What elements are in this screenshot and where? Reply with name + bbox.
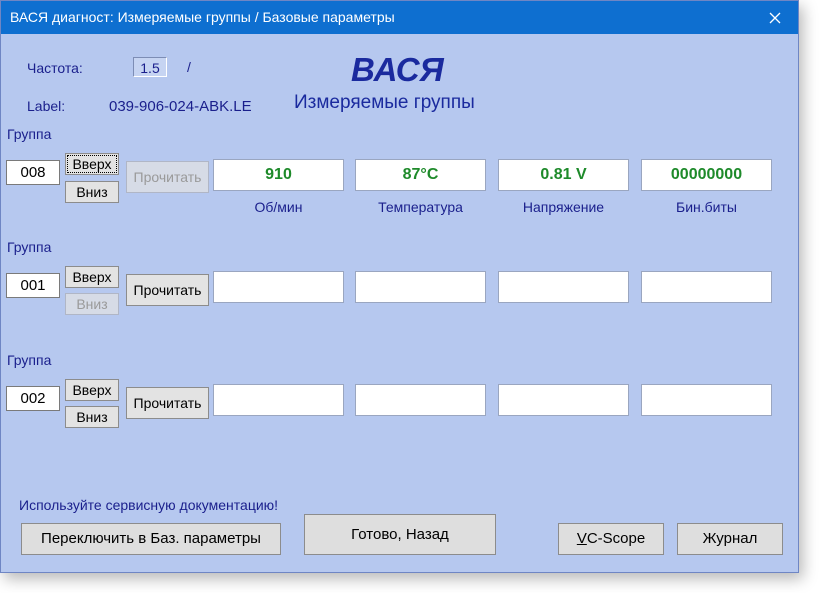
value-field-binary: 00000000 — [641, 159, 772, 191]
value-field-4 — [641, 271, 772, 303]
group-up-button[interactable]: Вверх — [65, 153, 119, 175]
value-field-3 — [498, 271, 629, 303]
group-down-button[interactable]: Вниз — [65, 406, 119, 428]
group-label: Группа — [7, 126, 52, 142]
value-field-2 — [355, 384, 486, 416]
unit-label-temperature: Температура — [378, 199, 463, 215]
frequency-suffix: / — [187, 59, 191, 75]
value-field-voltage: 0.81 V — [498, 159, 629, 191]
unit-label-rpm: Об/мин — [254, 199, 303, 215]
group-read-button[interactable]: Прочитать — [126, 161, 209, 193]
value-field-3 — [498, 384, 629, 416]
switch-basic-settings-button[interactable]: Переключить в Баз. параметры — [21, 523, 281, 555]
frequency-label: Частота: — [27, 60, 83, 76]
log-button[interactable]: Журнал — [677, 523, 783, 555]
group-label: Группа — [7, 239, 52, 255]
done-back-button[interactable]: Готово, Назад — [304, 514, 496, 555]
close-icon — [769, 12, 781, 23]
unit-label-binary: Бин.биты — [676, 199, 737, 215]
group-down-button[interactable]: Вниз — [65, 293, 119, 315]
value-field-rpm: 910 — [213, 159, 344, 191]
value-field-4 — [641, 384, 772, 416]
group-number-input[interactable]: 008 — [6, 160, 60, 185]
vc-scope-label: C-Scope — [586, 530, 646, 547]
group-up-button[interactable]: Вверх — [65, 379, 119, 401]
title-bar: ВАСЯ диагност: Измеряемые группы / Базов… — [1, 1, 798, 34]
group-up-button[interactable]: Вверх — [65, 266, 119, 288]
value-field-temperature: 87°C — [355, 159, 486, 191]
label-caption: Label: — [27, 98, 66, 114]
value-field-2 — [355, 271, 486, 303]
window-title: ВАСЯ диагност: Измеряемые группы / Базов… — [10, 9, 395, 25]
group-number-input[interactable]: 002 — [6, 386, 60, 411]
value-field-1 — [213, 271, 344, 303]
app-brand: ВАСЯ — [351, 51, 444, 88]
label-value: 039-906-024-ABK.LE — [109, 98, 252, 115]
group-down-button[interactable]: Вниз — [65, 181, 119, 203]
vc-scope-accelerator: V — [576, 530, 587, 547]
group-read-button[interactable]: Прочитать — [126, 387, 209, 419]
frequency-value: 1.5 — [133, 57, 167, 77]
group-label: Группа — [7, 352, 52, 368]
vc-scope-button[interactable]: VC-Scope — [558, 523, 664, 555]
group-read-button[interactable]: Прочитать — [126, 274, 209, 306]
group-number-input[interactable]: 001 — [6, 273, 60, 298]
unit-label-voltage: Напряжение — [522, 199, 605, 215]
close-button[interactable] — [752, 1, 798, 34]
main-window: ВАСЯ диагност: Измеряемые группы / Базов… — [0, 0, 799, 573]
page-subtitle: Измеряемые группы — [294, 92, 475, 113]
service-doc-hint: Используйте сервисную документацию! — [19, 497, 279, 513]
value-field-1 — [213, 384, 344, 416]
